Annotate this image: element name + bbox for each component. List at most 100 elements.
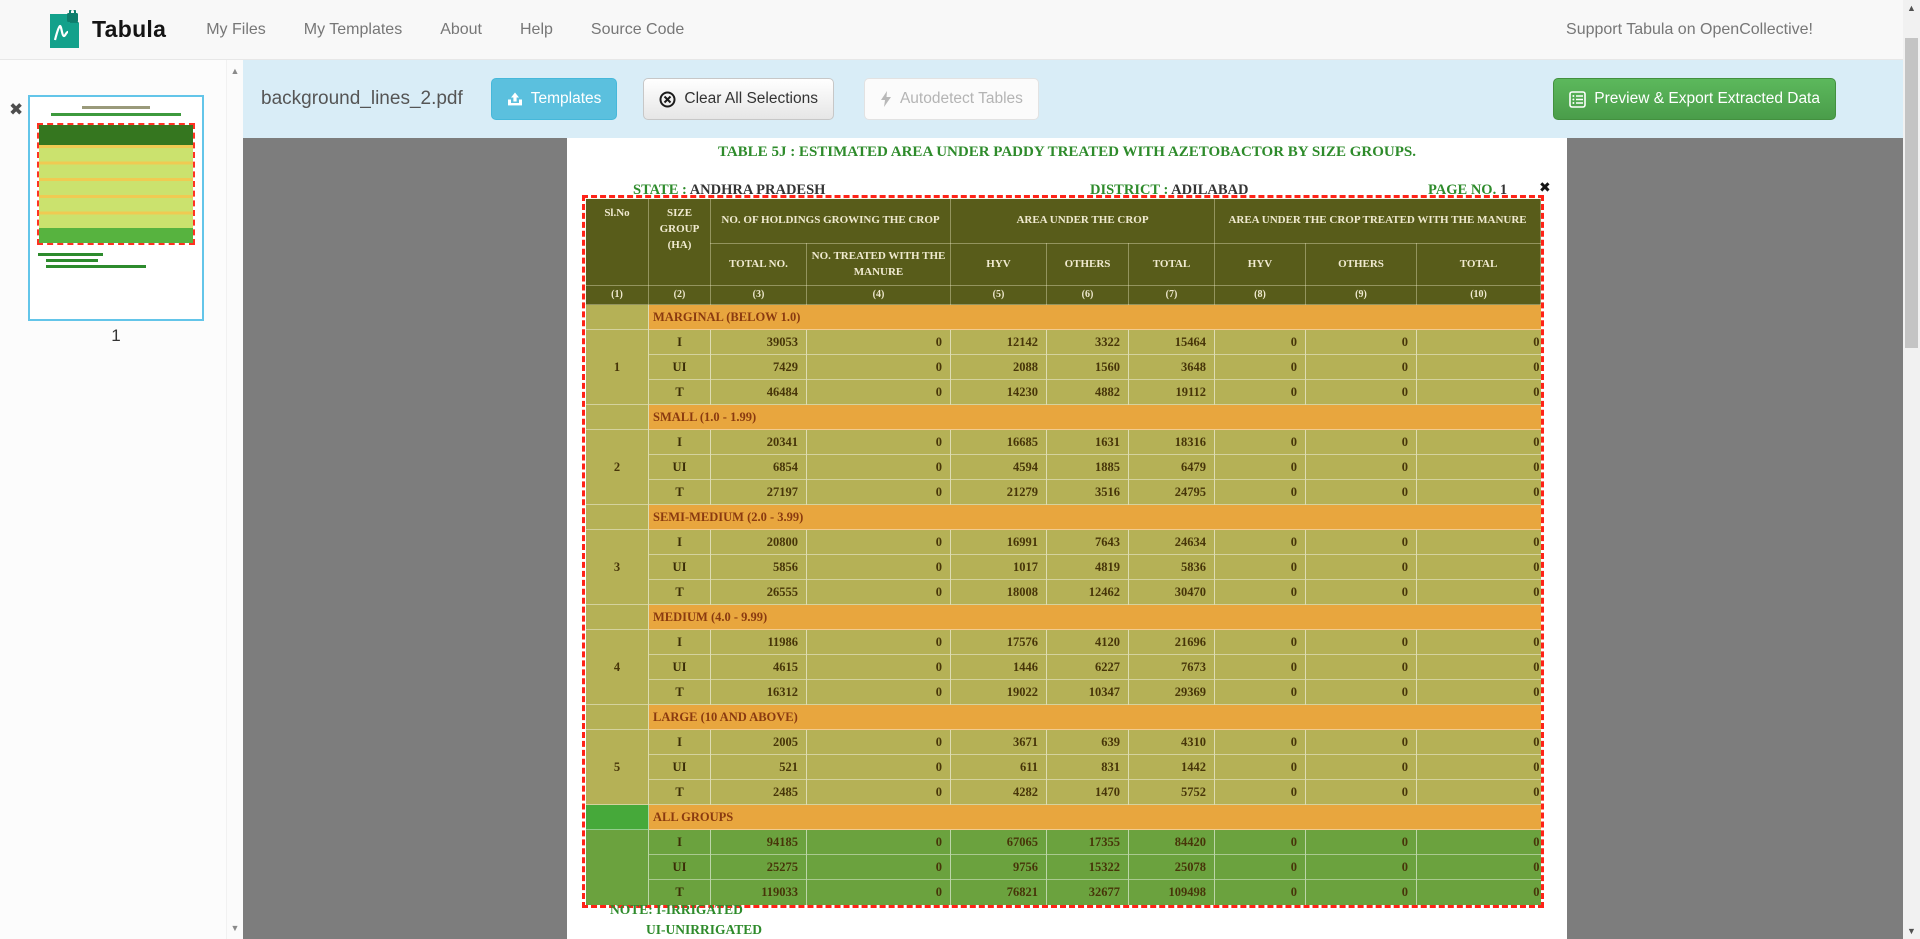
group-slno-cell [586, 605, 649, 630]
selection-close-icon[interactable]: ✖ [1539, 180, 1551, 196]
value-cell: 21279 [951, 480, 1047, 505]
table-row: UI68540459418856479000 [586, 455, 1541, 480]
value-cell: 17355 [1047, 830, 1129, 855]
value-cell: 46484 [711, 380, 807, 405]
table-header-cell: NO. TREATED WITH THE MANURE [807, 244, 951, 286]
table-header-cell: TOTAL [1129, 244, 1215, 286]
table-colnum-cell: (6) [1047, 286, 1129, 305]
value-cell: 19022 [951, 680, 1047, 705]
value-cell: 16991 [951, 530, 1047, 555]
value-cell: 2485 [711, 780, 807, 805]
thumbnail-table-rows [39, 145, 193, 228]
group-label-cell: SEMI-MEDIUM (2.0 - 3.99) [649, 505, 1541, 530]
value-cell: 0 [807, 780, 951, 805]
value-cell: 76821 [951, 880, 1047, 905]
thumbnail-title-line [82, 106, 151, 109]
table-row: T46484014230488219112000 [586, 380, 1541, 405]
table-selection-box[interactable]: Sl.NoSIZE GROUP (HA)NO. OF HOLDINGS GROW… [582, 195, 1544, 908]
value-cell: 0 [807, 330, 951, 355]
pdf-viewer: TABLE 5J : ESTIMATED AREA UNDER PADDY TR… [243, 138, 1903, 939]
value-cell: 1446 [951, 655, 1047, 680]
value-cell: 25275 [711, 855, 807, 880]
sidebar-scroll-down-icon[interactable]: ▼ [227, 923, 243, 933]
value-cell: 0 [1215, 630, 1306, 655]
pdf-page[interactable]: TABLE 5J : ESTIMATED AREA UNDER PADDY TR… [567, 138, 1567, 939]
clear-all-selections-button[interactable]: Clear All Selections [643, 78, 834, 120]
sidebar-scrollbar[interactable]: ▲ ▼ [226, 60, 243, 939]
value-cell: 0 [1215, 730, 1306, 755]
value-cell: 18008 [951, 580, 1047, 605]
group-label-row: ALL GROUPS [586, 805, 1541, 830]
window-scrollbar-thumb[interactable] [1905, 38, 1918, 348]
value-cell: 2005 [711, 730, 807, 755]
value-cell: 1470 [1047, 780, 1129, 805]
table-header-cell: HYV [951, 244, 1047, 286]
row-label-cell: UI [649, 655, 711, 680]
table-row: 4I11986017576412021696000 [586, 630, 1541, 655]
row-label-cell: T [649, 380, 711, 405]
value-cell: 0 [1306, 430, 1417, 455]
value-cell: 0 [1417, 430, 1541, 455]
value-cell: 0 [1417, 680, 1541, 705]
templates-button[interactable]: Templates [491, 78, 618, 120]
window-scroll-up-icon[interactable]: ▲ [1903, 3, 1920, 13]
value-cell: 0 [1306, 780, 1417, 805]
value-cell: 0 [1215, 880, 1306, 905]
nav-link-support[interactable]: Support Tabula on OpenCollective! [1566, 21, 1813, 39]
value-cell: 18316 [1129, 430, 1215, 455]
value-cell: 14230 [951, 380, 1047, 405]
value-cell: 0 [1306, 530, 1417, 555]
value-cell: 0 [1215, 830, 1306, 855]
nav-item-my-templates[interactable]: My Templates [304, 21, 402, 39]
value-cell: 5752 [1129, 780, 1215, 805]
value-cell: 0 [807, 530, 951, 555]
value-cell: 3516 [1047, 480, 1129, 505]
preview-export-button[interactable]: Preview & Export Extracted Data [1553, 78, 1836, 120]
remove-page-icon[interactable]: ✖ [9, 100, 23, 120]
group-slno-cell [586, 705, 649, 730]
table-row: UI25275097561532225078000 [586, 855, 1541, 880]
value-cell: 0 [807, 855, 951, 880]
value-cell: 0 [1306, 455, 1417, 480]
table-row: 3I20800016991764324634000 [586, 530, 1541, 555]
table-row: 2I20341016685163118316000 [586, 430, 1541, 455]
table-colnum-row: (1)(2)(3)(4)(5)(6)(7)(8)(9)(10) [586, 286, 1541, 305]
value-cell: 1017 [951, 555, 1047, 580]
group-label-cell: MEDIUM (4.0 - 9.99) [649, 605, 1541, 630]
value-cell: 39053 [711, 330, 807, 355]
value-cell: 5836 [1129, 555, 1215, 580]
nav-items: My Files My Templates About Help Source Code [206, 21, 722, 39]
value-cell: 0 [1306, 380, 1417, 405]
value-cell: 0 [1417, 355, 1541, 380]
nav-item-about[interactable]: About [440, 21, 482, 39]
value-cell: 0 [1417, 330, 1541, 355]
value-cell: 0 [1306, 555, 1417, 580]
nav-item-source-code[interactable]: Source Code [591, 21, 684, 39]
window-scroll-down-icon[interactable]: ▼ [1903, 926, 1920, 936]
value-cell: 4120 [1047, 630, 1129, 655]
window-scrollbar[interactable]: ▲ ▼ [1903, 0, 1920, 939]
page-thumbnail[interactable] [28, 95, 204, 321]
table-row: UI58560101748195836000 [586, 555, 1541, 580]
value-cell: 7673 [1129, 655, 1215, 680]
value-cell: 4594 [951, 455, 1047, 480]
slno-cell: 3 [586, 530, 649, 605]
value-cell: 0 [807, 630, 951, 655]
nav-item-my-files[interactable]: My Files [206, 21, 266, 39]
group-label-cell: SMALL (1.0 - 1.99) [649, 405, 1541, 430]
group-label-cell: ALL GROUPS [649, 805, 1541, 830]
value-cell: 0 [1215, 330, 1306, 355]
table-header-cell: OTHERS [1047, 244, 1129, 286]
value-cell: 0 [1306, 755, 1417, 780]
value-cell: 4819 [1047, 555, 1129, 580]
table-colnum-cell: (8) [1215, 286, 1306, 305]
value-cell: 25078 [1129, 855, 1215, 880]
sidebar-scroll-up-icon[interactable]: ▲ [227, 66, 243, 76]
value-cell: 0 [1215, 455, 1306, 480]
value-cell: 0 [1215, 355, 1306, 380]
value-cell: 0 [1306, 680, 1417, 705]
table-header-cell: OTHERS [1306, 244, 1417, 286]
nav-item-help[interactable]: Help [520, 21, 553, 39]
value-cell: 30470 [1129, 580, 1215, 605]
value-cell: 5856 [711, 555, 807, 580]
